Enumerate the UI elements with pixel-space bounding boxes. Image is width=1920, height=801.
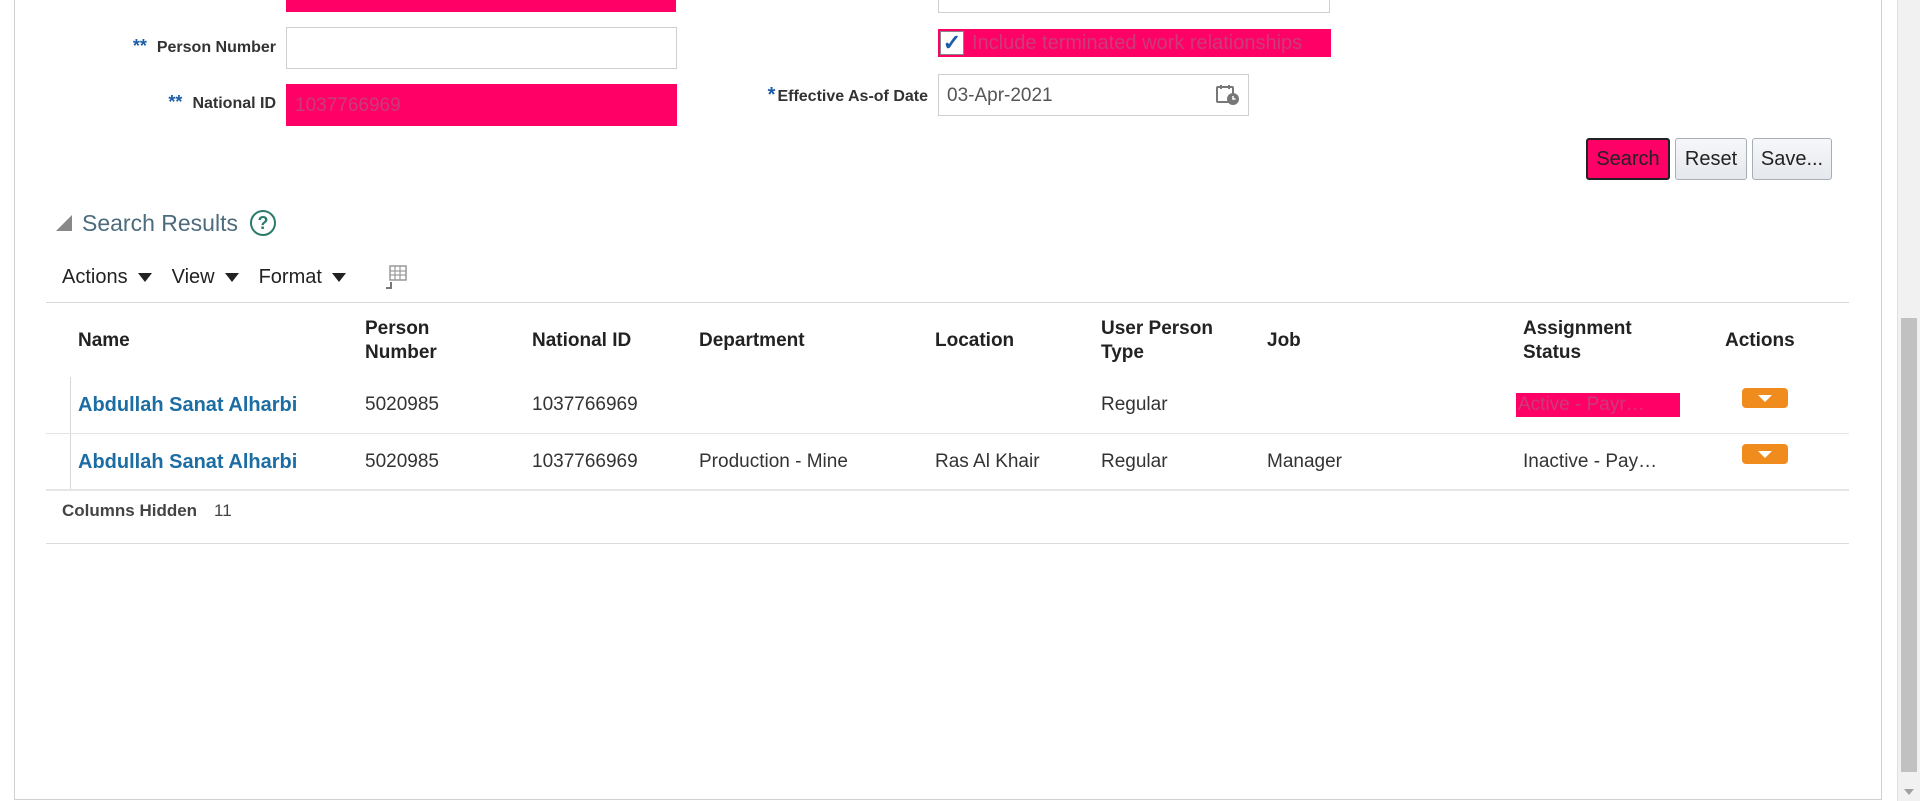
row-actions-button[interactable] bbox=[1742, 388, 1788, 408]
effective-date-input[interactable] bbox=[947, 85, 1240, 107]
checkbox-check-icon[interactable]: ✓ bbox=[940, 31, 964, 55]
col-assignment-status[interactable]: Assignment Status bbox=[1523, 317, 1632, 365]
results-table: Name Person Number National ID Department… bbox=[46, 302, 1849, 490]
effective-date-field[interactable] bbox=[938, 74, 1249, 116]
col-person-number[interactable]: Person Number bbox=[365, 317, 437, 365]
chevron-down-icon bbox=[137, 272, 152, 282]
required-marker: ** bbox=[168, 92, 183, 112]
status-highlight: Active - Payr… bbox=[1516, 393, 1680, 417]
help-icon[interactable]: ? bbox=[249, 210, 276, 236]
row-header-cell[interactable] bbox=[46, 377, 71, 433]
cell-location: Ras Al Khair bbox=[935, 451, 1040, 472]
cell-national-id: 1037766969 bbox=[532, 394, 638, 415]
person-number-label: ** Person Number bbox=[132, 36, 276, 56]
col-job[interactable]: Job bbox=[1267, 329, 1301, 353]
national-id-label: ** National ID bbox=[168, 92, 276, 112]
person-name-link[interactable]: Abdullah Sanat Alharbi bbox=[78, 451, 297, 474]
person-number-input[interactable] bbox=[295, 38, 668, 60]
chevron-down-icon bbox=[331, 272, 346, 282]
columns-hidden-label: Columns Hidden bbox=[62, 501, 198, 520]
col-national-id[interactable]: National ID bbox=[532, 329, 631, 353]
top-field-partial-right[interactable] bbox=[938, 0, 1330, 13]
col-user-person-type[interactable]: User Person Type bbox=[1101, 317, 1213, 365]
required-marker: ** bbox=[132, 36, 147, 56]
effective-date-label: * Effective As-of Date bbox=[767, 84, 928, 106]
cell-user-person-type: Regular bbox=[1101, 394, 1168, 415]
chevron-down-icon bbox=[224, 272, 239, 282]
collapse-triangle-icon[interactable] bbox=[56, 215, 72, 231]
freeze-columns-icon[interactable] bbox=[384, 264, 408, 290]
cell-person-number: 5020985 bbox=[365, 451, 439, 472]
table-row[interactable]: Abdullah Sanat Alharbi 5020985 103776696… bbox=[46, 377, 1849, 433]
table-header: Name Person Number National ID Department… bbox=[46, 302, 1849, 377]
calendar-icon[interactable] bbox=[1216, 84, 1240, 106]
search-results-header[interactable]: Search Results ? bbox=[56, 208, 276, 238]
required-star: * bbox=[767, 84, 776, 106]
scroll-down-icon[interactable] bbox=[1904, 789, 1914, 795]
vertical-scrollbar[interactable] bbox=[1897, 0, 1920, 801]
columns-hidden-bar: Columns Hidden 11 bbox=[46, 489, 1849, 544]
col-actions: Actions bbox=[1725, 330, 1795, 351]
include-terminated-checkbox[interactable]: ✓ Include terminated work relationships bbox=[938, 29, 1331, 57]
table-row[interactable]: Abdullah Sanat Alharbi 5020985 103776696… bbox=[46, 433, 1849, 490]
person-number-field[interactable] bbox=[286, 27, 677, 69]
chevron-down-icon bbox=[1758, 394, 1772, 402]
cell-job: Manager bbox=[1267, 451, 1342, 472]
save-button[interactable]: Save... bbox=[1752, 138, 1832, 180]
cell-assignment-status: Inactive - Pay… bbox=[1523, 451, 1658, 472]
cell-user-person-type: Regular bbox=[1101, 451, 1168, 472]
col-department[interactable]: Department bbox=[699, 329, 805, 353]
format-menu[interactable]: Format bbox=[259, 266, 346, 289]
col-name[interactable]: Name bbox=[78, 329, 130, 353]
row-header-cell[interactable] bbox=[46, 434, 71, 490]
scrollbar-thumb[interactable] bbox=[1901, 318, 1917, 772]
top-field-partial-left[interactable] bbox=[286, 0, 676, 12]
include-terminated-label: Include terminated work relationships bbox=[972, 31, 1303, 54]
view-menu[interactable]: View bbox=[172, 266, 239, 289]
person-name-link[interactable]: Abdullah Sanat Alharbi bbox=[78, 394, 297, 417]
national-id-field[interactable] bbox=[286, 84, 677, 126]
search-button[interactable]: Search bbox=[1586, 138, 1670, 180]
cell-assignment-status: Active - Payr… bbox=[1516, 393, 1680, 417]
col-location[interactable]: Location bbox=[935, 329, 1014, 353]
national-id-input[interactable] bbox=[295, 95, 668, 117]
columns-hidden-count: 11 bbox=[214, 501, 232, 520]
row-actions-button[interactable] bbox=[1742, 444, 1788, 464]
search-results-title: Search Results bbox=[82, 209, 238, 236]
reset-button[interactable]: Reset bbox=[1675, 138, 1747, 180]
results-toolbar: Actions View Format bbox=[62, 262, 408, 292]
cell-person-number: 5020985 bbox=[365, 394, 439, 415]
chevron-down-icon bbox=[1758, 450, 1772, 458]
cell-department: Production - Mine bbox=[699, 451, 848, 472]
cell-national-id: 1037766969 bbox=[532, 451, 638, 472]
actions-menu[interactable]: Actions bbox=[62, 266, 152, 289]
